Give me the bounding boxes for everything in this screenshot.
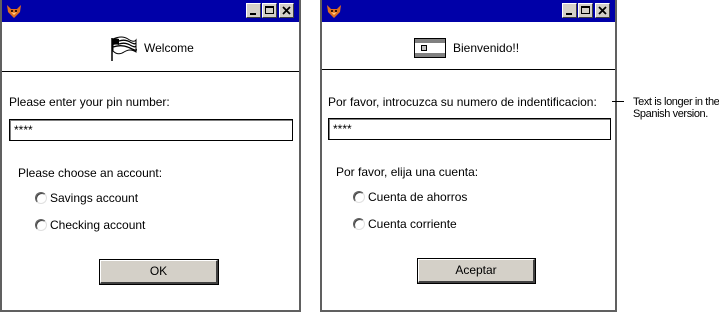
spanish-flag-icon (414, 38, 446, 58)
us-flag-icon (111, 36, 138, 61)
maximize-button[interactable] (262, 3, 277, 18)
savings-label: Cuenta de ahorros (368, 190, 468, 204)
close-button[interactable] (279, 3, 294, 18)
checking-radio[interactable] (35, 219, 47, 231)
title-bar[interactable] (2, 0, 299, 22)
annotation-line-2: Spanish version. (633, 108, 708, 120)
maximize-button[interactable] (578, 3, 593, 18)
account-label: Por favor, elija una cuenta: (336, 165, 479, 179)
annotation-pointer (612, 101, 624, 102)
maximize-icon (265, 6, 274, 14)
pin-label: Por favor, introcuzca su numero de inden… (328, 95, 597, 109)
checking-radio[interactable] (353, 218, 365, 230)
account-label: Please choose an account: (18, 166, 163, 180)
savings-radio[interactable] (35, 192, 47, 204)
header-divider (2, 71, 299, 72)
annotation-line-1: Text is longer in the (633, 96, 719, 108)
pin-input[interactable]: **** (328, 118, 611, 140)
annotation-callout: Text is longer in the Spanish version. (633, 96, 719, 120)
checking-label: Cuenta corriente (368, 217, 457, 231)
welcome-header: Bienvenido!! (322, 34, 615, 62)
minimize-icon (250, 13, 256, 15)
fox-app-icon (327, 5, 341, 18)
title-bar[interactable] (322, 0, 615, 22)
welcome-text: Welcome (144, 41, 194, 55)
savings-radio[interactable] (353, 191, 365, 203)
english-dialog: Welcome Please enter your pin number: **… (0, 0, 301, 312)
pin-label: Please enter your pin number: (9, 95, 170, 109)
minimize-button[interactable] (246, 3, 261, 18)
pin-input[interactable]: **** (9, 119, 293, 141)
minimize-button[interactable] (562, 3, 577, 18)
ok-button[interactable]: OK (99, 259, 219, 285)
accept-button[interactable]: Aceptar (417, 258, 536, 284)
welcome-header: Welcome (2, 34, 299, 62)
maximize-icon (581, 6, 590, 14)
savings-label: Savings account (50, 191, 139, 205)
close-icon (282, 6, 291, 15)
minimize-icon (566, 13, 572, 15)
header-divider (322, 69, 615, 70)
fox-app-icon (7, 5, 21, 18)
checking-label: Checking account (50, 218, 146, 232)
close-button[interactable] (595, 3, 610, 18)
spanish-dialog: Bienvenido!! Por favor, introcuzca su nu… (320, 0, 617, 312)
welcome-text: Bienvenido!! (453, 41, 520, 55)
close-icon (598, 6, 607, 15)
